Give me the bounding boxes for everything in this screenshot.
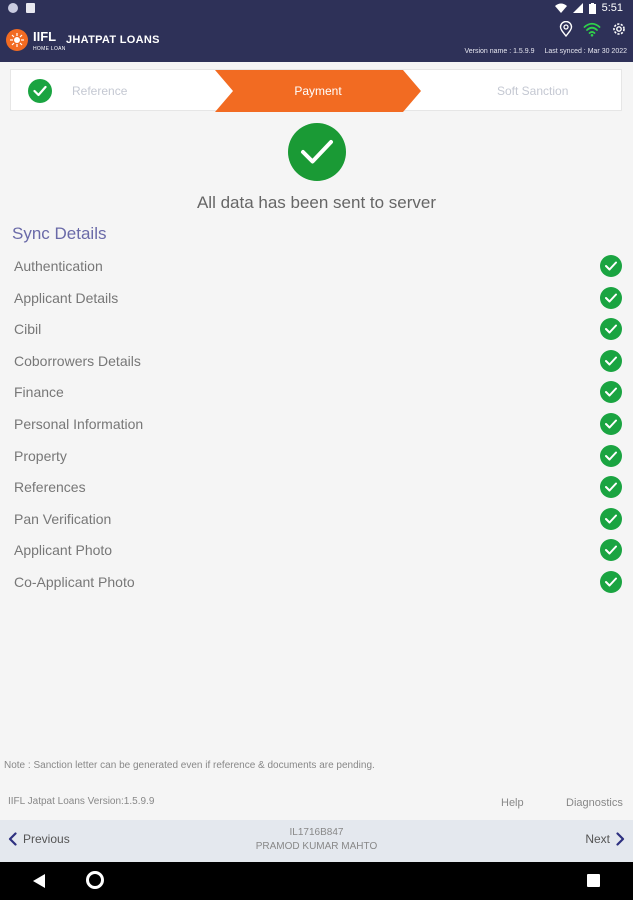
recent-apps-icon[interactable] <box>587 874 600 887</box>
sync-details-title: Sync Details <box>12 224 107 243</box>
step-done-check-icon <box>28 79 52 103</box>
status-time: 5:51 <box>601 2 623 14</box>
version-name: Version name : 1.5.9.9 <box>464 48 535 55</box>
sync-check-icon <box>600 476 622 499</box>
sync-label: Pan Verification <box>14 510 112 527</box>
app-title: JHATPAT LOANS <box>66 34 160 46</box>
step-payment-label: Payment <box>294 84 342 98</box>
logo-text: IIFL <box>33 29 57 44</box>
success-message: All data has been sent to server <box>196 193 437 212</box>
sync-label: Property <box>14 447 67 464</box>
sync-check-icon <box>600 286 622 309</box>
status-bar: 5:51 <box>0 0 633 18</box>
sync-row-applicant-photo: Applicant Photo <box>0 535 633 567</box>
next-button[interactable]: Next <box>585 832 625 846</box>
diagnostics-link[interactable]: Diagnostics <box>566 797 623 809</box>
sync-row-authentication: Authentication <box>0 251 633 283</box>
sync-label: Applicant Details <box>14 289 119 306</box>
logo-sun-icon <box>6 29 28 51</box>
customer-name: PRAMOD KUMAR MAHTO <box>255 841 378 852</box>
iifl-logo: IIFL HOME LOAN <box>6 28 66 52</box>
progress-stepper: Reference Payment Soft Sanction <box>10 69 622 112</box>
sync-row-coborrowers-details: Coborrowers Details <box>0 346 633 378</box>
sanction-note: Note : Sanction letter can be generated … <box>4 760 375 771</box>
sync-label: Applicant Photo <box>14 542 113 559</box>
sd-card-icon <box>26 3 35 13</box>
sync-label: Cibil <box>14 321 42 338</box>
sync-check-icon <box>600 349 622 372</box>
sync-check-icon <box>600 412 622 435</box>
bottom-navigation: Previous IL1716B847 PRAMOD KUMAR MAHTO N… <box>0 820 633 862</box>
footer-version: IIFL Jatpat Loans Version:1.5.9.9 <box>8 796 155 807</box>
home-icon[interactable] <box>86 871 104 889</box>
app-header: IIFL HOME LOAN JHATPAT LOANS Version nam… <box>0 18 633 62</box>
sync-row-co-applicant-photo: Co-Applicant Photo <box>0 567 633 599</box>
sync-row-pan-verification: Pan Verification <box>0 504 633 536</box>
sync-check-icon <box>600 381 622 404</box>
wifi-icon[interactable] <box>583 22 601 37</box>
sync-row-applicant-details: Applicant Details <box>0 283 633 315</box>
settings-gear-icon[interactable] <box>611 21 627 37</box>
sync-row-property: Property <box>0 441 633 473</box>
sync-row-personal-information: Personal Information <box>0 409 633 441</box>
sync-check-icon <box>600 444 622 467</box>
sync-check-icon <box>600 570 622 593</box>
next-label: Next <box>585 832 610 846</box>
sync-check-icon <box>600 255 622 277</box>
help-link[interactable]: Help <box>501 797 524 809</box>
back-icon[interactable] <box>33 874 46 888</box>
success-check-icon <box>288 123 346 181</box>
chevron-right-icon <box>616 832 625 846</box>
sync-row-cibil: Cibil <box>0 314 633 346</box>
sync-check-icon <box>600 539 622 562</box>
last-synced: Last synced : Mar 30 2022 <box>544 48 628 55</box>
sync-label: References <box>14 479 86 496</box>
sync-label: Co-Applicant Photo <box>14 573 135 590</box>
sync-label: Finance <box>14 384 64 401</box>
step-reference[interactable]: Reference <box>72 84 127 98</box>
step-payment[interactable]: Payment <box>215 70 421 112</box>
location-icon[interactable] <box>559 21 573 37</box>
sync-label: Authentication <box>14 258 103 274</box>
sync-label: Personal Information <box>14 415 144 432</box>
battery-icon <box>588 2 596 14</box>
wifi-status-icon <box>554 3 567 13</box>
sync-row-finance: Finance <box>0 377 633 409</box>
notification-icon <box>8 3 18 13</box>
sync-label: Coborrowers Details <box>14 352 141 369</box>
sync-check-icon <box>600 318 622 341</box>
sync-check-icon <box>600 507 622 530</box>
signal-icon <box>572 3 583 13</box>
sync-row-references: References <box>0 472 633 504</box>
step-soft-sanction[interactable]: Soft Sanction <box>497 84 568 98</box>
loan-id: IL1716B847 <box>289 827 344 838</box>
android-nav-bar <box>0 862 633 900</box>
logo-subtext: HOME LOAN <box>33 46 66 52</box>
sync-details-list: Authentication Applicant Details Cibil C… <box>0 251 633 599</box>
